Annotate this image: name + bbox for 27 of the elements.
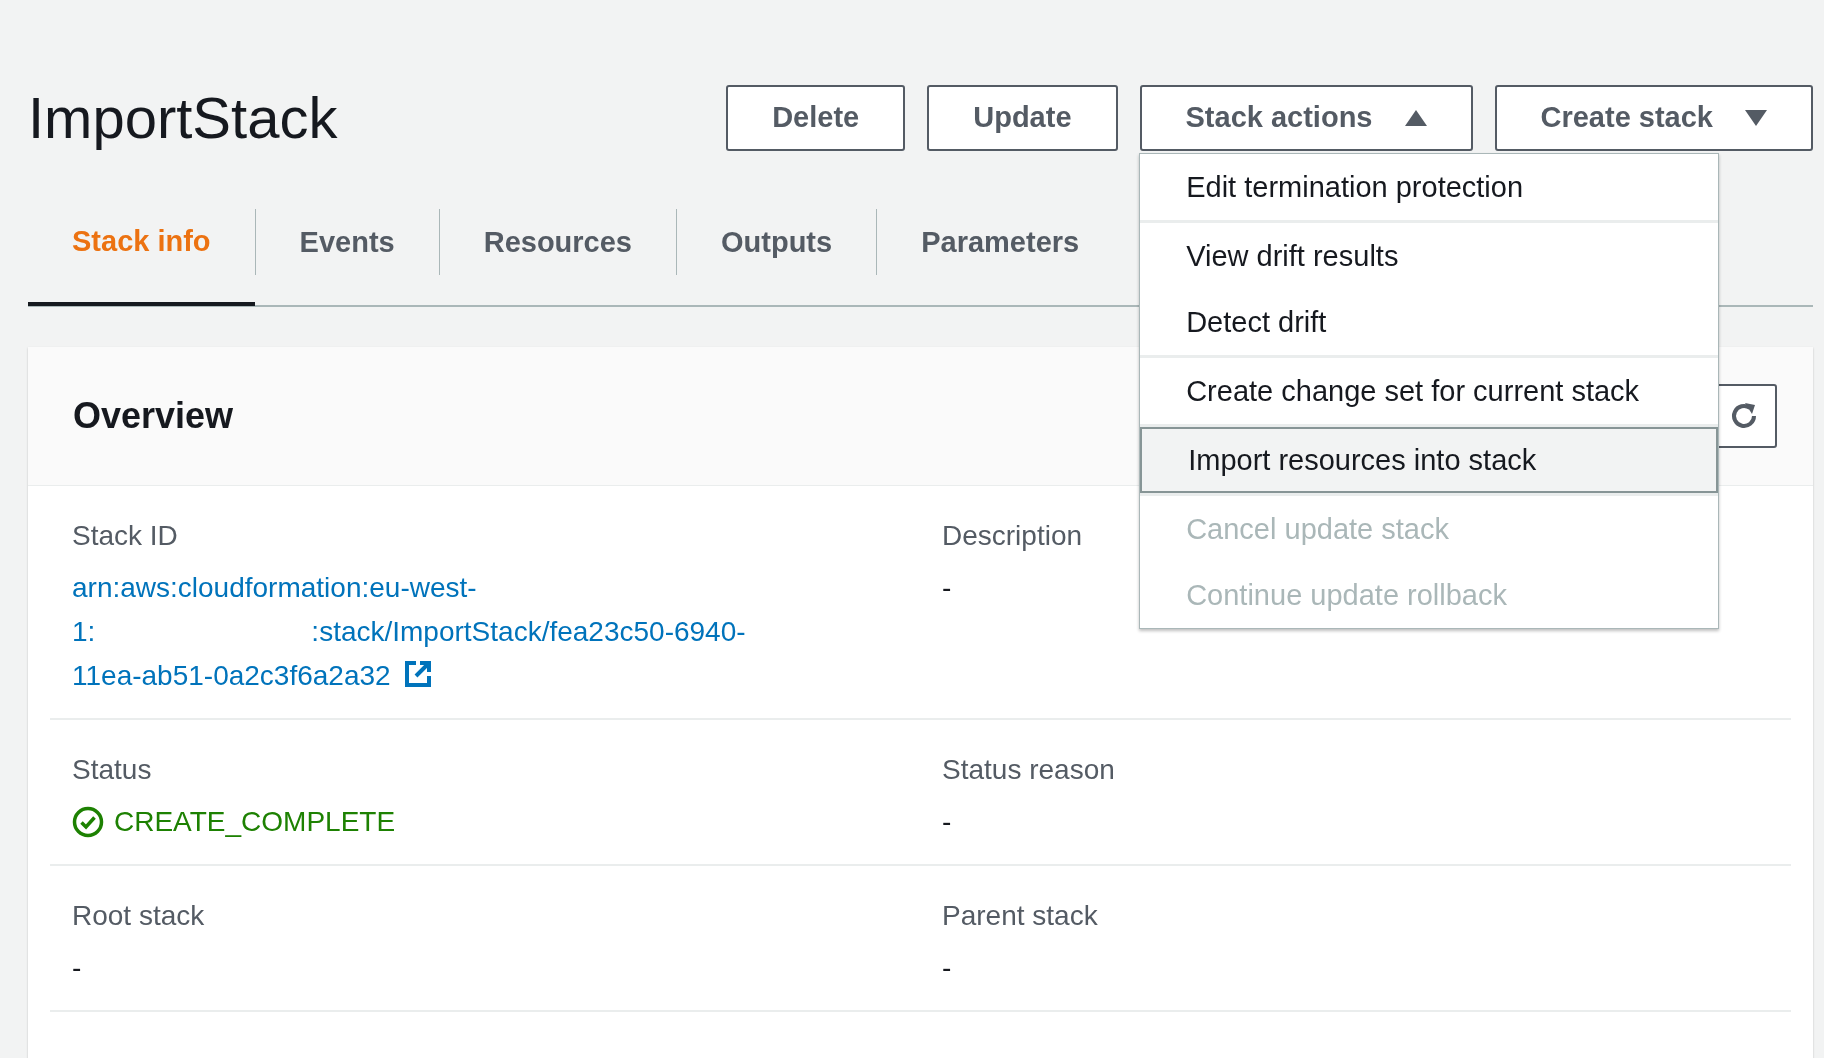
dropdown-button[interactable]: Create stack: [1494, 84, 1813, 151]
stack-id-link[interactable]: arn:aws:cloudformation:eu-west- 1: :stack/ImportStack/fea23c50-6940- 11ea-ab51-0a2c3f6a2a32: [72, 566, 746, 698]
field-value: -: [942, 571, 952, 605]
field-value: -: [72, 951, 82, 985]
tab[interactable]: Resources: [439, 179, 676, 305]
field-label: Stack ID: [72, 520, 178, 552]
field-value: -: [942, 951, 952, 985]
menu-item[interactable]: Detect drift: [1140, 288, 1719, 355]
field-label: Root stack: [72, 900, 205, 932]
menu-item[interactable]: View drift results: [1140, 222, 1719, 289]
dropdown-button[interactable]: Stack actions: [1139, 84, 1473, 151]
menu-item[interactable]: Edit termination protection: [1140, 153, 1719, 220]
status-text: CREATE_COMPLETE: [114, 805, 396, 839]
tab[interactable]: Events: [255, 179, 439, 305]
field-label: Parent stack: [942, 900, 1098, 932]
field-label: Description: [942, 520, 1083, 552]
menu-item[interactable]: Create change set for current stack: [1140, 357, 1719, 424]
field-value: -: [942, 805, 952, 839]
tab[interactable]: Parameters: [877, 179, 1124, 305]
menu-item[interactable]: Import resources into stack: [1140, 426, 1719, 493]
action-button[interactable]: Update: [927, 84, 1118, 151]
field-label: Status reason: [942, 754, 1115, 786]
panel-title: Overview: [73, 395, 234, 437]
action-button[interactable]: Delete: [726, 84, 906, 151]
page-title: ImportStack: [28, 84, 339, 151]
tab[interactable]: Outputs: [677, 179, 877, 305]
field-label: Status: [72, 754, 152, 786]
